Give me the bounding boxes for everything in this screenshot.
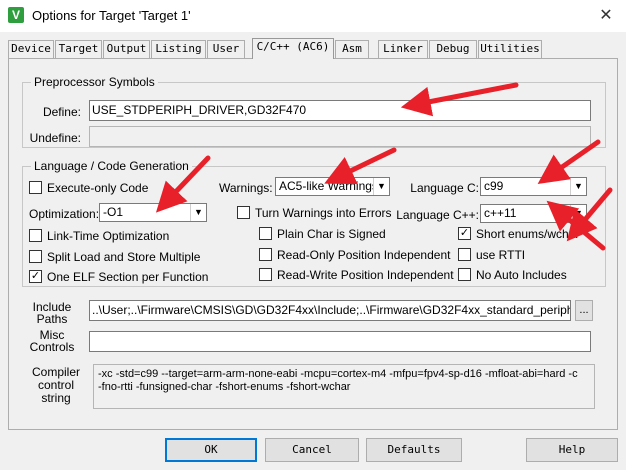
chevron-down-icon[interactable]: ▼ xyxy=(570,178,586,195)
compiler-control-string: -xc -std=c99 --target=arm-arm-none-eabi … xyxy=(93,364,595,409)
warnings-select[interactable]: AC5-like Warnings ▼ xyxy=(275,177,390,196)
tab-asm[interactable]: Asm xyxy=(335,40,369,58)
check-icon[interactable]: ✓ xyxy=(458,227,471,241)
readonly-pi-checkbox[interactable]: Read-Only Position Independent xyxy=(259,248,450,264)
include-paths-browse-button[interactable]: ... xyxy=(575,300,593,321)
preprocessor-legend: Preprocessor Symbols xyxy=(31,75,158,89)
link-time-optimization-checkbox[interactable]: Link-Time Optimization xyxy=(29,229,169,245)
window-title: Options for Target 'Target 1' xyxy=(32,8,191,23)
chevron-down-icon[interactable]: ▼ xyxy=(190,204,206,221)
no-auto-includes-checkbox[interactable]: No Auto Includes xyxy=(458,268,567,284)
ok-button[interactable]: OK xyxy=(165,438,257,462)
turn-warnings-errors-checkbox[interactable]: Turn Warnings into Errors xyxy=(237,206,391,222)
optimization-select[interactable]: -O1 ▼ xyxy=(99,203,207,222)
codegen-legend: Language / Code Generation xyxy=(31,159,192,173)
split-load-store-checkbox[interactable]: Split Load and Store Multiple xyxy=(29,250,200,266)
define-label: Define: xyxy=(42,105,81,119)
tab-target[interactable]: Target xyxy=(55,40,102,58)
use-rtti-checkbox[interactable]: use RTTI xyxy=(458,248,525,264)
chevron-down-icon[interactable]: ▼ xyxy=(570,205,586,222)
title-bar: V Options for Target 'Target 1' ✕ xyxy=(0,0,626,32)
tab-linker[interactable]: Linker xyxy=(378,40,428,58)
tab-utilities[interactable]: Utilities xyxy=(478,40,542,58)
misc-controls-label: Misc Controls xyxy=(29,328,75,354)
language-c-select[interactable]: c99 ▼ xyxy=(480,177,587,196)
keil-app-icon: V xyxy=(8,7,24,23)
include-paths-input[interactable]: ..\User;..\Firmware\CMSIS\GD\GD32F4xx\In… xyxy=(89,300,571,321)
help-button[interactable]: Help xyxy=(526,438,618,462)
one-elf-section-checkbox[interactable]: ✓ One ELF Section per Function xyxy=(29,270,208,286)
optimization-label: Optimization: xyxy=(29,207,100,221)
tab-user[interactable]: User xyxy=(207,40,245,58)
undefine-input[interactable] xyxy=(89,126,591,147)
language-cpp-label: Language C++: xyxy=(396,208,479,222)
preprocessor-group: Preprocessor Symbols Define: USE_STDPERI… xyxy=(22,75,606,148)
readwrite-pi-checkbox[interactable]: Read-Write Position Independent xyxy=(259,268,454,284)
chevron-down-icon[interactable]: ▼ xyxy=(373,178,389,195)
tab-listing[interactable]: Listing xyxy=(151,40,206,58)
undefine-label: Undefine: xyxy=(29,131,81,145)
defaults-button[interactable]: Defaults xyxy=(366,438,462,462)
plain-char-signed-checkbox[interactable]: Plain Char is Signed xyxy=(259,227,386,243)
define-input[interactable]: USE_STDPERIPH_DRIVER,GD32F470 xyxy=(89,100,591,121)
language-cpp-select[interactable]: c++11 ▼ xyxy=(480,204,587,223)
cancel-button[interactable]: Cancel xyxy=(265,438,359,462)
tab-device[interactable]: Device xyxy=(8,40,54,58)
execute-only-checkbox[interactable]: Execute-only Code xyxy=(29,181,148,197)
language-c-label: Language C: xyxy=(410,181,479,195)
codegen-group: Language / Code Generation Execute-only … xyxy=(22,159,606,287)
check-icon[interactable]: ✓ xyxy=(29,270,42,284)
execute-only-box[interactable] xyxy=(29,181,42,195)
warnings-label: Warnings: xyxy=(219,181,273,195)
close-icon[interactable]: ✕ xyxy=(592,2,620,30)
include-paths-label: Include Paths xyxy=(32,300,72,326)
cpp-options-panel: Preprocessor Symbols Define: USE_STDPERI… xyxy=(8,58,618,430)
tab-cpp-ac6[interactable]: C/C++ (AC6) xyxy=(252,38,334,59)
compiler-string-label: Compiler control string xyxy=(31,365,80,405)
tab-output[interactable]: Output xyxy=(103,40,150,58)
misc-controls-input[interactable] xyxy=(89,331,591,352)
short-enums-wchar-checkbox[interactable]: ✓ Short enums/wchar xyxy=(458,227,579,243)
tab-debug[interactable]: Debug xyxy=(429,40,477,58)
